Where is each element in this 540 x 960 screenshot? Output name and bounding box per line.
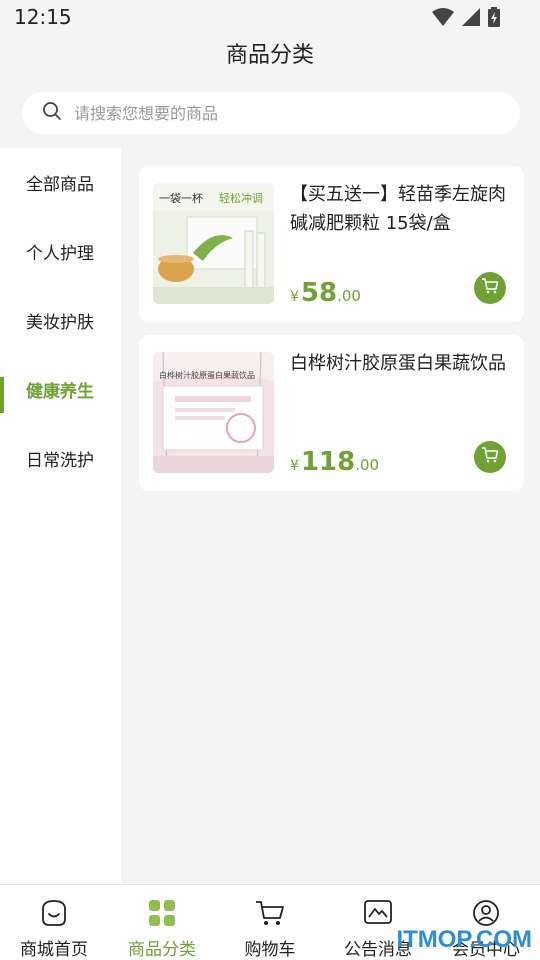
tab-cart[interactable]: 购物车 bbox=[216, 885, 324, 960]
watermark: ITMOP.COM bbox=[396, 926, 532, 953]
cart-icon bbox=[481, 277, 499, 299]
status-icons bbox=[432, 7, 500, 31]
search-icon bbox=[42, 101, 62, 125]
wifi-icon bbox=[432, 8, 454, 30]
price-decimal: .00 bbox=[337, 287, 361, 305]
tab-label: 商品分类 bbox=[128, 940, 196, 960]
signal-icon bbox=[462, 8, 480, 30]
status-time: 12:15 bbox=[14, 5, 72, 29]
sidebar-item-personal-care[interactable]: 个人护理 bbox=[0, 217, 121, 286]
battery-icon bbox=[488, 7, 500, 31]
product-image[interactable]: 一袋一杯 轻松冲调 bbox=[153, 183, 274, 304]
tab-home[interactable]: 商城首页 bbox=[0, 885, 108, 960]
tab-category[interactable]: 商品分类 bbox=[108, 885, 216, 960]
category-grid-icon bbox=[147, 899, 177, 931]
add-to-cart-button[interactable] bbox=[474, 441, 506, 473]
sidebar-item-daily-wash[interactable]: 日常洗护 bbox=[0, 424, 121, 493]
sidebar-item-label: 日常洗护 bbox=[26, 451, 94, 471]
product-card[interactable]: 白桦树汁胶原蛋白果蔬饮品 白桦树汁胶原蛋白果蔬饮品 ¥ 118 .00 bbox=[139, 335, 524, 491]
image-text-1: 白桦树汁胶原蛋白果蔬饮品 bbox=[159, 370, 255, 380]
add-to-cart-button[interactable] bbox=[474, 272, 506, 304]
product-price: ¥ 58 .00 bbox=[290, 278, 361, 308]
tab-label: 购物车 bbox=[244, 940, 296, 960]
search-bar[interactable] bbox=[22, 92, 520, 134]
price-currency: ¥ bbox=[290, 458, 299, 474]
sidebar-item-label: 个人护理 bbox=[26, 244, 94, 264]
page-title: 商品分类 bbox=[225, 43, 314, 68]
price-integer: 58 bbox=[300, 278, 338, 308]
cart-icon bbox=[481, 446, 499, 468]
image-text-2: 轻松冲调 bbox=[219, 191, 263, 205]
product-name[interactable]: 【买五送一】轻苗季左旋肉碱减肥颗粒 15袋/盒 bbox=[290, 180, 510, 238]
search-input[interactable] bbox=[74, 103, 474, 123]
sidebar-item-all-products[interactable]: 全部商品 bbox=[0, 148, 121, 217]
sidebar-item-label: 美妆护肤 bbox=[26, 313, 94, 333]
status-bar: 12:15 bbox=[0, 0, 540, 34]
home-icon bbox=[39, 899, 69, 931]
sidebar-item-beauty-skincare[interactable]: 美妆护肤 bbox=[0, 286, 121, 355]
product-price: ¥ 118 .00 bbox=[290, 447, 379, 477]
product-image[interactable]: 白桦树汁胶原蛋白果蔬饮品 bbox=[153, 352, 274, 473]
price-currency: ¥ bbox=[290, 289, 299, 305]
category-sidebar: 全部商品 个人护理 美妆护肤 健康养生 日常洗护 bbox=[0, 148, 121, 884]
active-indicator bbox=[0, 377, 4, 413]
product-name[interactable]: 白桦树汁胶原蛋白果蔬饮品 bbox=[290, 349, 510, 378]
price-decimal: .00 bbox=[355, 456, 380, 474]
notice-icon bbox=[363, 899, 393, 931]
sidebar-item-label: 健康养生 bbox=[26, 382, 94, 402]
cart-icon bbox=[254, 899, 286, 931]
tab-label: 商城首页 bbox=[20, 940, 88, 960]
image-text-1: 一袋一杯 bbox=[159, 191, 203, 205]
sidebar-item-label: 全部商品 bbox=[26, 175, 94, 195]
price-integer: 118 bbox=[300, 447, 356, 477]
product-card[interactable]: 一袋一杯 轻松冲调 【买五送一】轻苗季左旋肉碱减肥颗粒 15袋/盒 ¥ 58 .… bbox=[139, 166, 524, 322]
sidebar-item-health[interactable]: 健康养生 bbox=[0, 355, 121, 424]
